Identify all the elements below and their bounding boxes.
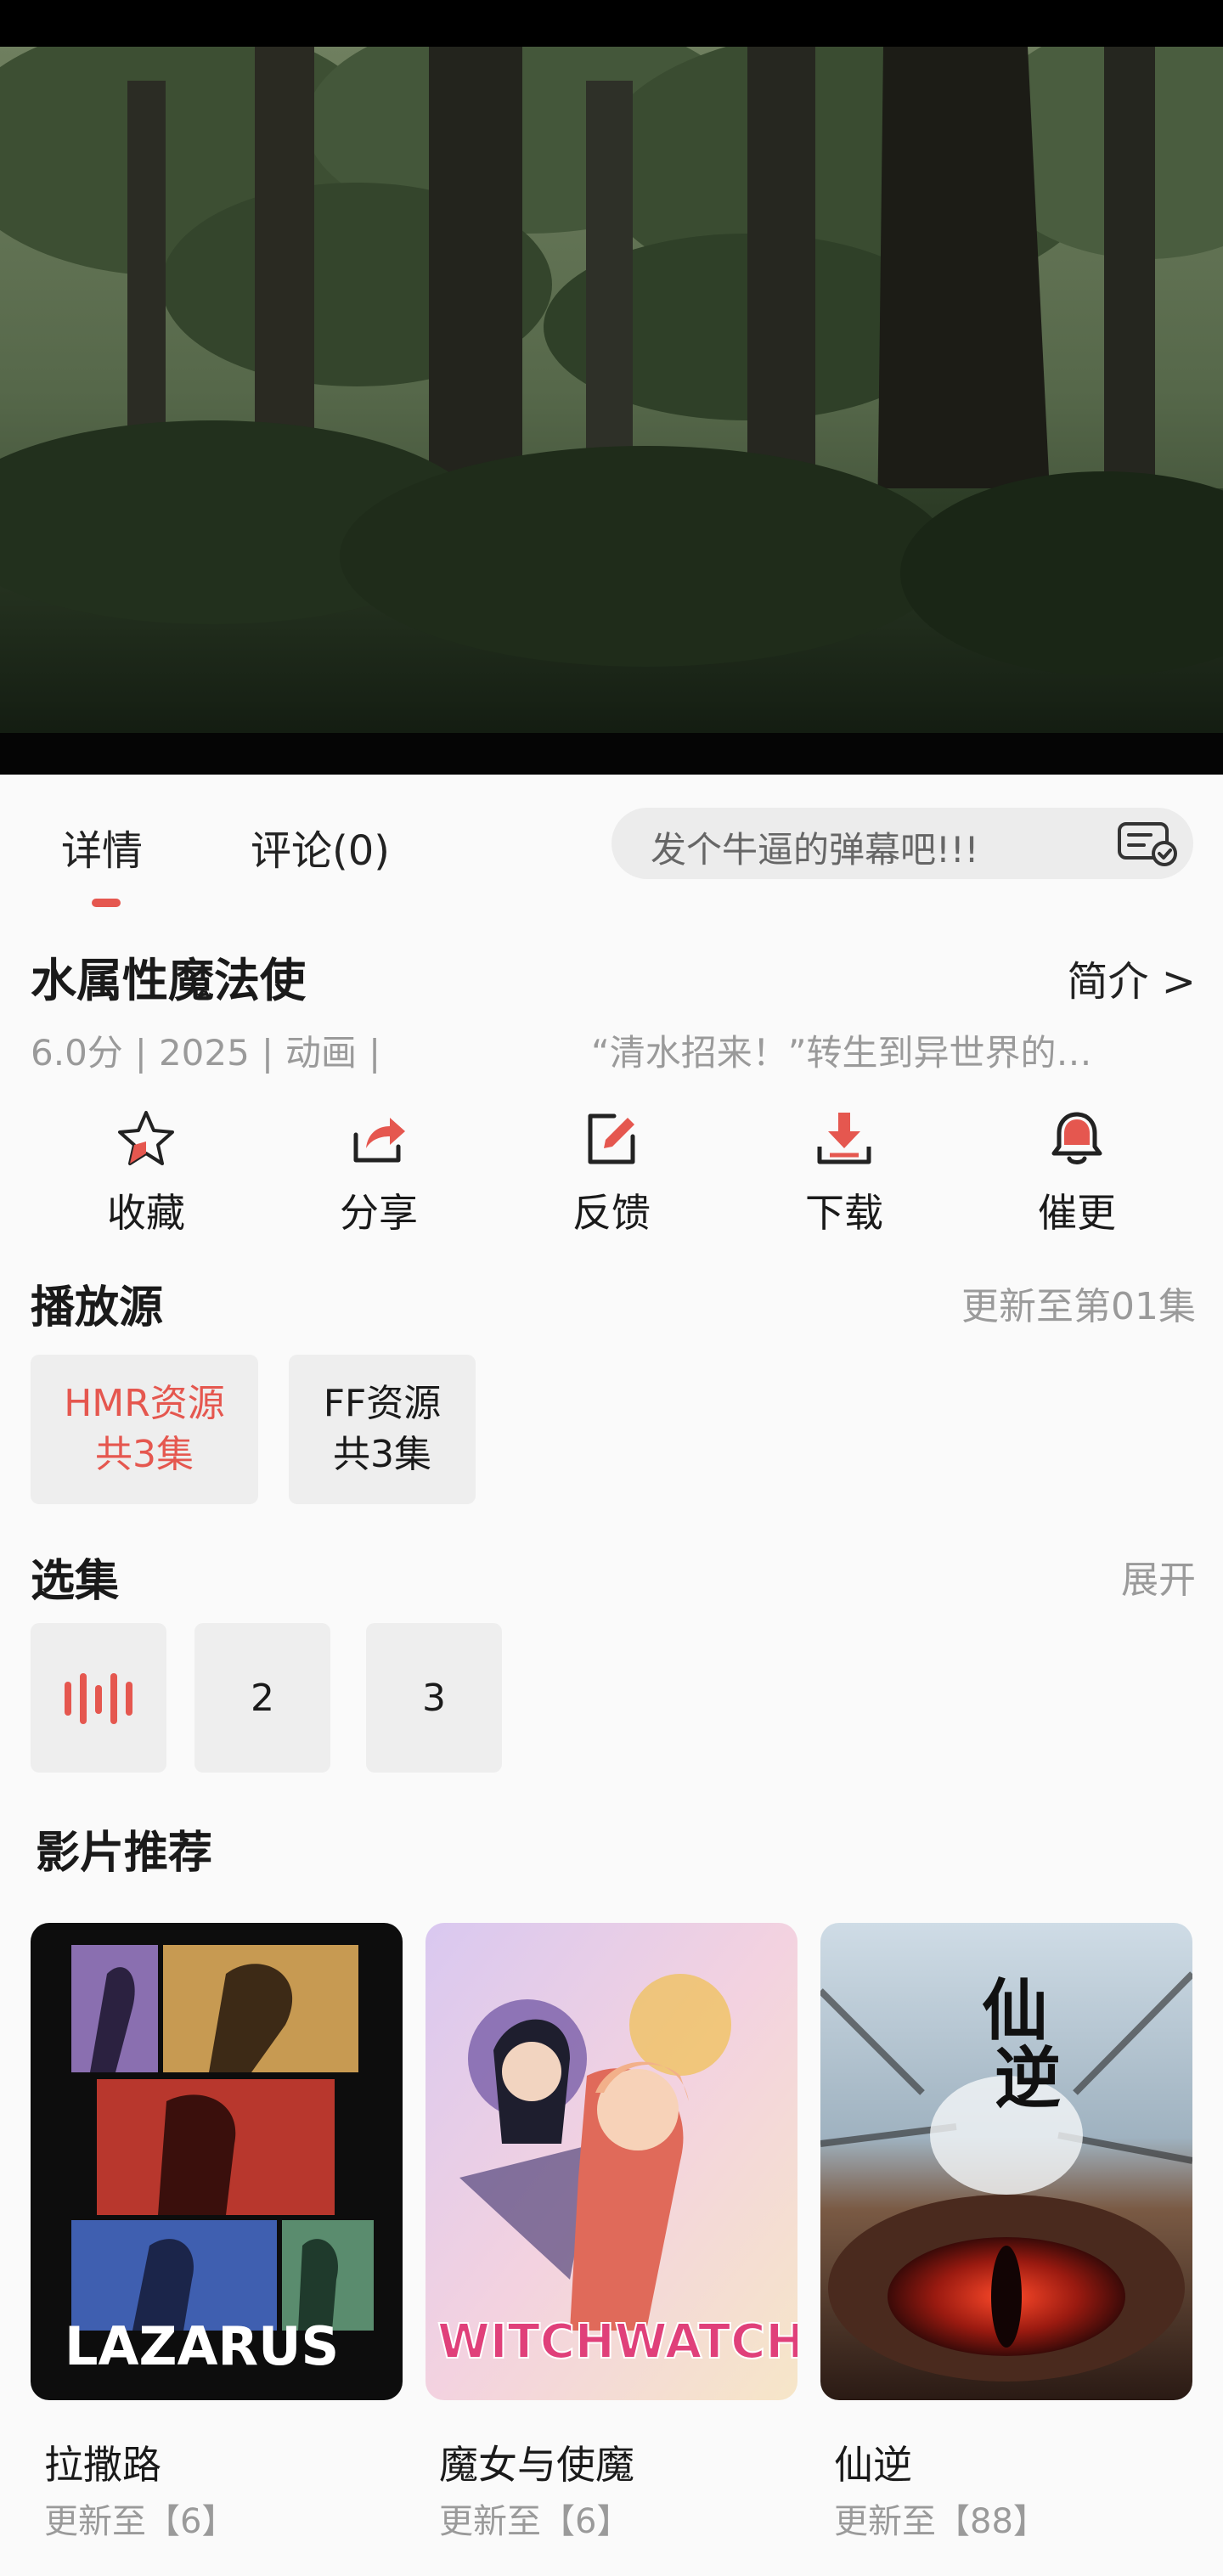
recommend-card-title: 魔女与使魔 xyxy=(439,2442,634,2488)
star-icon xyxy=(118,1111,174,1165)
svg-text:仙: 仙 xyxy=(982,1972,1048,2049)
show-score: 6.0分 xyxy=(31,1032,123,1074)
xianni-poster: 仙 逆 xyxy=(820,1923,1192,2400)
show-category: 动画 xyxy=(285,1032,358,1074)
episode-button[interactable]: 2 xyxy=(194,1623,330,1773)
episode-button[interactable]: 3 xyxy=(366,1623,502,1773)
recommend-card[interactable]: LAZARUS 拉撒路 更新至【6】 xyxy=(31,1923,403,2541)
intro-link[interactable]: 简介 > xyxy=(1068,948,1196,1007)
episode-1-playing[interactable] xyxy=(31,1623,166,1773)
source-count: 共3集 xyxy=(333,1433,431,1476)
recommend-title: 影片推荐 xyxy=(36,1828,213,1879)
download-label: 下载 xyxy=(805,1190,883,1236)
feedback-button[interactable]: 反馈 xyxy=(544,1108,679,1238)
playing-equalizer-icon xyxy=(65,1673,132,1724)
tab-comments[interactable]: 评论(0) xyxy=(251,817,390,877)
recommend-card-update: 更新至【6】 xyxy=(439,2502,631,2541)
svg-text:LAZARUS: LAZARUS xyxy=(65,2315,339,2377)
share-icon xyxy=(353,1118,405,1163)
forest-scene-image xyxy=(0,47,1223,733)
recommend-card[interactable]: WITCHWATCH 魔女与使魔 更新至【6】 xyxy=(426,1923,797,2541)
source-count: 共3集 xyxy=(95,1433,194,1476)
favorite-label: 收藏 xyxy=(107,1190,185,1236)
lazarus-poster: LAZARUS xyxy=(31,1923,403,2400)
witchwatch-poster: WITCHWATCH xyxy=(426,1923,797,2400)
source-ff-button[interactable]: FF资源 共3集 xyxy=(289,1355,476,1504)
show-year: 2025 xyxy=(158,1032,250,1074)
tab-indicator xyxy=(92,899,121,907)
share-label: 分享 xyxy=(340,1190,418,1236)
source-name: FF资源 xyxy=(323,1382,442,1425)
danmaku-settings-icon[interactable] xyxy=(1117,820,1180,867)
share-button[interactable]: 分享 xyxy=(311,1108,447,1238)
tab-details[interactable]: 详情 xyxy=(61,817,143,877)
video-player[interactable] xyxy=(0,47,1223,775)
player-bottom-bar xyxy=(0,733,1223,775)
sources-status: 更新至第01集 xyxy=(961,1285,1196,1328)
download-button[interactable]: 下载 xyxy=(776,1108,912,1238)
status-bar xyxy=(0,0,1223,47)
download-icon xyxy=(817,1113,871,1164)
meta-separator: | xyxy=(261,1032,273,1074)
poster-image: 仙 逆 xyxy=(820,1923,1192,2400)
video-frame[interactable] xyxy=(0,47,1223,733)
show-synopsis[interactable]: “清水招来！”转生到异世界的… xyxy=(591,1024,1177,1076)
recommend-card-update: 更新至【88】 xyxy=(834,2502,1047,2541)
source-name: HMR资源 xyxy=(64,1382,225,1425)
recommend-card[interactable]: 仙 逆 仙逆 更新至【88】 xyxy=(820,1923,1192,2541)
feedback-icon xyxy=(588,1113,635,1164)
episodes-title: 选集 xyxy=(31,1556,120,1607)
source-hmr-button[interactable]: HMR资源 共3集 xyxy=(31,1355,258,1504)
danmaku-input[interactable]: 发个牛逼的弹幕吧!!! xyxy=(612,808,1193,879)
recommend-card-title: 拉撒路 xyxy=(44,2442,161,2488)
poster-image: LAZARUS xyxy=(31,1923,403,2400)
svg-text:WITCHWATCH: WITCHWATCH xyxy=(437,2314,797,2370)
show-title: 水属性魔法使 xyxy=(31,954,306,1007)
recommend-card-update: 更新至【6】 xyxy=(44,2502,236,2541)
poster-image: WITCHWATCH xyxy=(426,1923,797,2400)
feedback-label: 反馈 xyxy=(572,1190,651,1236)
recommend-card-title: 仙逆 xyxy=(834,2442,912,2488)
details-panel: 详情 评论(0) 发个牛逼的弹幕吧!!! 水属性魔法使 简介 > 6.0分 | 20… xyxy=(0,775,1223,2576)
remind-update-label: 催更 xyxy=(1038,1190,1116,1236)
danmaku-placeholder: 发个牛逼的弹幕吧!!! xyxy=(651,829,979,871)
meta-separator: | xyxy=(369,1032,381,1074)
bell-icon xyxy=(1051,1112,1102,1164)
meta-separator: | xyxy=(134,1032,147,1074)
episodes-expand[interactable]: 展开 xyxy=(1121,1549,1196,1604)
favorite-button[interactable]: 收藏 xyxy=(78,1108,214,1238)
show-meta: 6.0分 | 2025 | 动画 | xyxy=(31,1024,392,1076)
remind-update-button[interactable]: 催更 xyxy=(1009,1108,1145,1238)
svg-text:逆: 逆 xyxy=(995,2040,1061,2117)
sources-title: 播放源 xyxy=(31,1282,164,1333)
